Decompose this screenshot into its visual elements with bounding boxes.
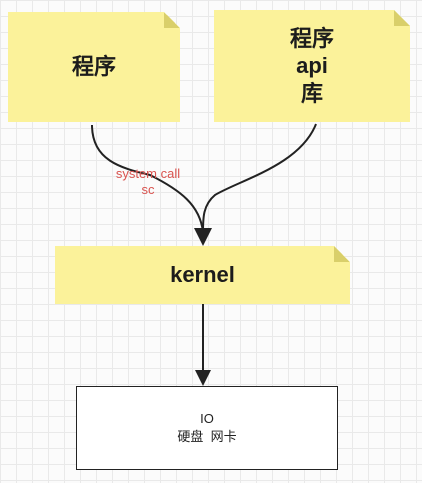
- program-note: 程序: [8, 12, 180, 122]
- system-call-label-line-2: sc: [141, 182, 155, 198]
- api-library-note: 程序 api 库: [214, 10, 410, 122]
- api-to-kernel-connector: [202, 123, 317, 233]
- io-box-line-2: 硬盘 网卡: [177, 429, 237, 444]
- api-note-line-3: 库: [300, 80, 323, 106]
- api-library-note-label: 程序 api 库: [290, 25, 334, 108]
- program-note-label: 程序: [71, 54, 116, 80]
- api-note-line-2: api: [296, 53, 328, 79]
- kernel-note-label: kernel: [170, 262, 235, 288]
- kernel-note: kernel: [55, 246, 350, 304]
- io-box: IO 硬盘 网卡: [76, 386, 338, 470]
- api-note-line-1: 程序: [289, 25, 334, 51]
- system-call-label: system call sc: [96, 166, 200, 199]
- io-arrowhead: [195, 370, 211, 386]
- kernel-arrowhead: [194, 228, 212, 246]
- io-box-line-1: IO: [200, 411, 214, 427]
- system-call-label-line-1: system call: [115, 166, 181, 181]
